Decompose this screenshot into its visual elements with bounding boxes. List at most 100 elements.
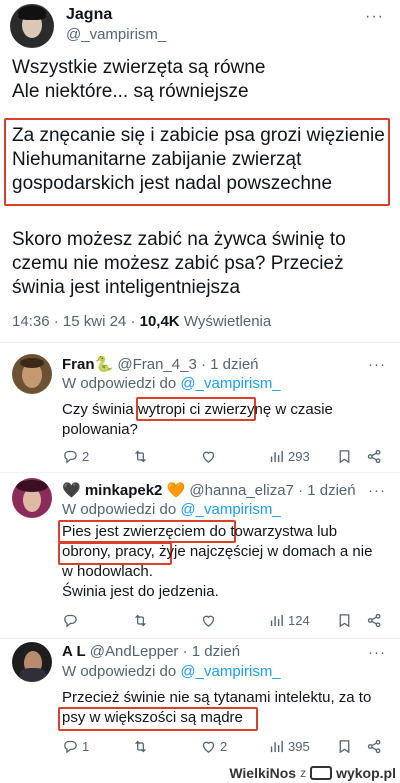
- avatar[interactable]: [12, 354, 52, 394]
- views-count: 395: [288, 739, 310, 754]
- more-options-icon[interactable]: ···: [368, 644, 386, 661]
- like-button[interactable]: 2: [200, 738, 227, 755]
- share-button[interactable]: [366, 738, 383, 755]
- like-count: 2: [220, 739, 228, 754]
- repost-icon: [135, 740, 146, 753]
- share-icon: [367, 613, 381, 628]
- divider: [0, 472, 400, 473]
- reply-header: A L @AndLepper · 1 dzień: [62, 643, 241, 660]
- reply-age[interactable]: 1 dzień: [307, 482, 355, 499]
- reply-author-handle[interactable]: @hanna_eliza7: [189, 482, 293, 499]
- post-line: Ale niektóre... są równiejsze: [12, 81, 249, 102]
- more-options-icon[interactable]: ···: [368, 356, 386, 373]
- reply-author-handle[interactable]: @AndLepper: [90, 643, 179, 660]
- bookmark-icon: [339, 614, 350, 628]
- action-bar: 124: [62, 612, 388, 632]
- bookmark-button[interactable]: [336, 448, 353, 465]
- reply-icon: [64, 450, 77, 464]
- reply-line: Pies jest zwierzęciem do towarzystwa lub: [62, 523, 338, 540]
- share-button[interactable]: [366, 612, 383, 629]
- wykop-logo-icon: [310, 766, 333, 780]
- reply-author-handle[interactable]: @Fran_4_3: [117, 356, 196, 373]
- reply-text: Pies jest zwierzęciem do towarzystwa lub…: [62, 522, 372, 602]
- heart-icon: [202, 615, 215, 627]
- analytics-icon: [270, 450, 283, 463]
- reply-line: Przecież świnie nie są tytanami intelekt…: [62, 689, 372, 706]
- post-date[interactable]: 15 kwi 24: [63, 313, 126, 330]
- reply-context: W odpowiedzi do @_vampirism_: [62, 501, 281, 518]
- share-icon: [367, 449, 381, 464]
- reply-author-name[interactable]: 🖤 minkapek2 🧡: [62, 482, 185, 499]
- repost-button[interactable]: [132, 448, 152, 465]
- author-name[interactable]: Jagna: [66, 6, 112, 24]
- post-line: Niehumanitarne zabijanie zwierząt: [12, 149, 302, 170]
- reply-text: Przecież świnie nie są tytanami intelekt…: [62, 688, 371, 728]
- reply-icon: [64, 614, 77, 628]
- reply-to-link[interactable]: @_vampirism_: [180, 375, 280, 392]
- bookmark-button[interactable]: [336, 612, 353, 629]
- more-options-icon[interactable]: ···: [368, 482, 386, 499]
- share-icon: [367, 739, 381, 754]
- reply-button[interactable]: 1: [62, 738, 89, 755]
- reply-author-name[interactable]: Fran🐍: [62, 356, 113, 373]
- reply-header: 🖤 minkapek2 🧡 @hanna_eliza7 · 1 dzień: [62, 482, 356, 499]
- reply-count: 1: [82, 739, 90, 754]
- like-button[interactable]: [200, 612, 220, 629]
- reply-1[interactable]: Fran🐍 @Fran_4_3 · 1 dzień ··· W odpowied…: [0, 350, 400, 470]
- reply-to-link[interactable]: @_vampirism_: [180, 501, 280, 518]
- reply-button[interactable]: 2: [62, 448, 89, 465]
- views-button[interactable]: 395: [268, 738, 310, 755]
- reply-prefix: W odpowiedzi do: [62, 663, 177, 680]
- avatar[interactable]: [12, 642, 52, 682]
- divider: [0, 638, 400, 639]
- bookmark-icon: [339, 740, 350, 754]
- post-line: świnia jest inteligentniejsza: [12, 277, 241, 298]
- reply-line: Świnia jest do jedzenia.: [62, 583, 219, 600]
- post-meta: 14:36 · 15 kwi 24 · 10,4K Wyświetlenia: [12, 313, 272, 330]
- views-label: Wyświetlenia: [183, 313, 272, 330]
- author-handle[interactable]: @_vampirism_: [66, 26, 166, 43]
- watermark-z: z: [300, 766, 307, 780]
- reply-prefix: W odpowiedzi do: [62, 501, 177, 518]
- reply-context: W odpowiedzi do @_vampirism_: [62, 663, 281, 680]
- reply-line: psy w większości są mądre: [62, 709, 243, 726]
- watermark-author: WielkiNos: [229, 765, 297, 781]
- post-time[interactable]: 14:36: [12, 313, 50, 330]
- reply-age[interactable]: 1 dzień: [210, 356, 258, 373]
- analytics-icon: [270, 740, 283, 753]
- action-bar: 1 2 395: [62, 738, 388, 758]
- like-button[interactable]: [200, 448, 220, 465]
- views-count: 10,4K: [139, 313, 180, 330]
- reply-to-link[interactable]: @_vampirism_: [180, 663, 280, 680]
- reply-age[interactable]: 1 dzień: [192, 643, 240, 660]
- reply-header: Fran🐍 @Fran_4_3 · 1 dzień: [62, 356, 259, 373]
- bookmark-button[interactable]: [336, 738, 353, 755]
- reply-2[interactable]: 🖤 minkapek2 🧡 @hanna_eliza7 · 1 dzień ··…: [0, 476, 400, 636]
- post-paragraph-1: Wszystkie zwierzęta są równe Ale niektór…: [12, 56, 265, 104]
- reply-text: Czy świnia wytropi ci zwierzynę w czasie…: [62, 400, 333, 440]
- reply-button[interactable]: [62, 612, 82, 629]
- repost-button[interactable]: [132, 612, 152, 629]
- views-button[interactable]: 293: [268, 448, 310, 465]
- reply-author-name[interactable]: A L: [62, 643, 86, 660]
- avatar[interactable]: [12, 478, 52, 518]
- post-line: gospodarskich jest nadal powszechne: [12, 173, 333, 194]
- views-count: 293: [288, 449, 310, 464]
- reply-3[interactable]: A L @AndLepper · 1 dzień ··· W odpowiedz…: [0, 640, 400, 760]
- heart-icon: [202, 741, 215, 753]
- reply-line: w hodowlach.: [62, 563, 153, 580]
- share-button[interactable]: [366, 448, 383, 465]
- more-options-icon[interactable]: ···: [365, 8, 384, 26]
- reply-prefix: W odpowiedzi do: [62, 375, 177, 392]
- post-line: Wszystkie zwierzęta są równe: [12, 57, 266, 78]
- author-avatar[interactable]: [10, 4, 54, 48]
- reply-line: obrony, pracy, żyje najczęściej w domach…: [62, 543, 373, 560]
- watermark-site: wykop.pl: [336, 765, 396, 781]
- views-button[interactable]: 124: [268, 612, 310, 629]
- post-line: Skoro możesz zabić na żywca świnię to: [12, 229, 346, 250]
- views-count: 124: [288, 613, 310, 628]
- repost-button[interactable]: [132, 738, 152, 755]
- post-line: Za znęcanie się i zabicie psa grozi więz…: [12, 125, 385, 146]
- bookmark-icon: [339, 450, 350, 464]
- post-paragraph-2: Za znęcanie się i zabicie psa grozi więz…: [12, 124, 385, 196]
